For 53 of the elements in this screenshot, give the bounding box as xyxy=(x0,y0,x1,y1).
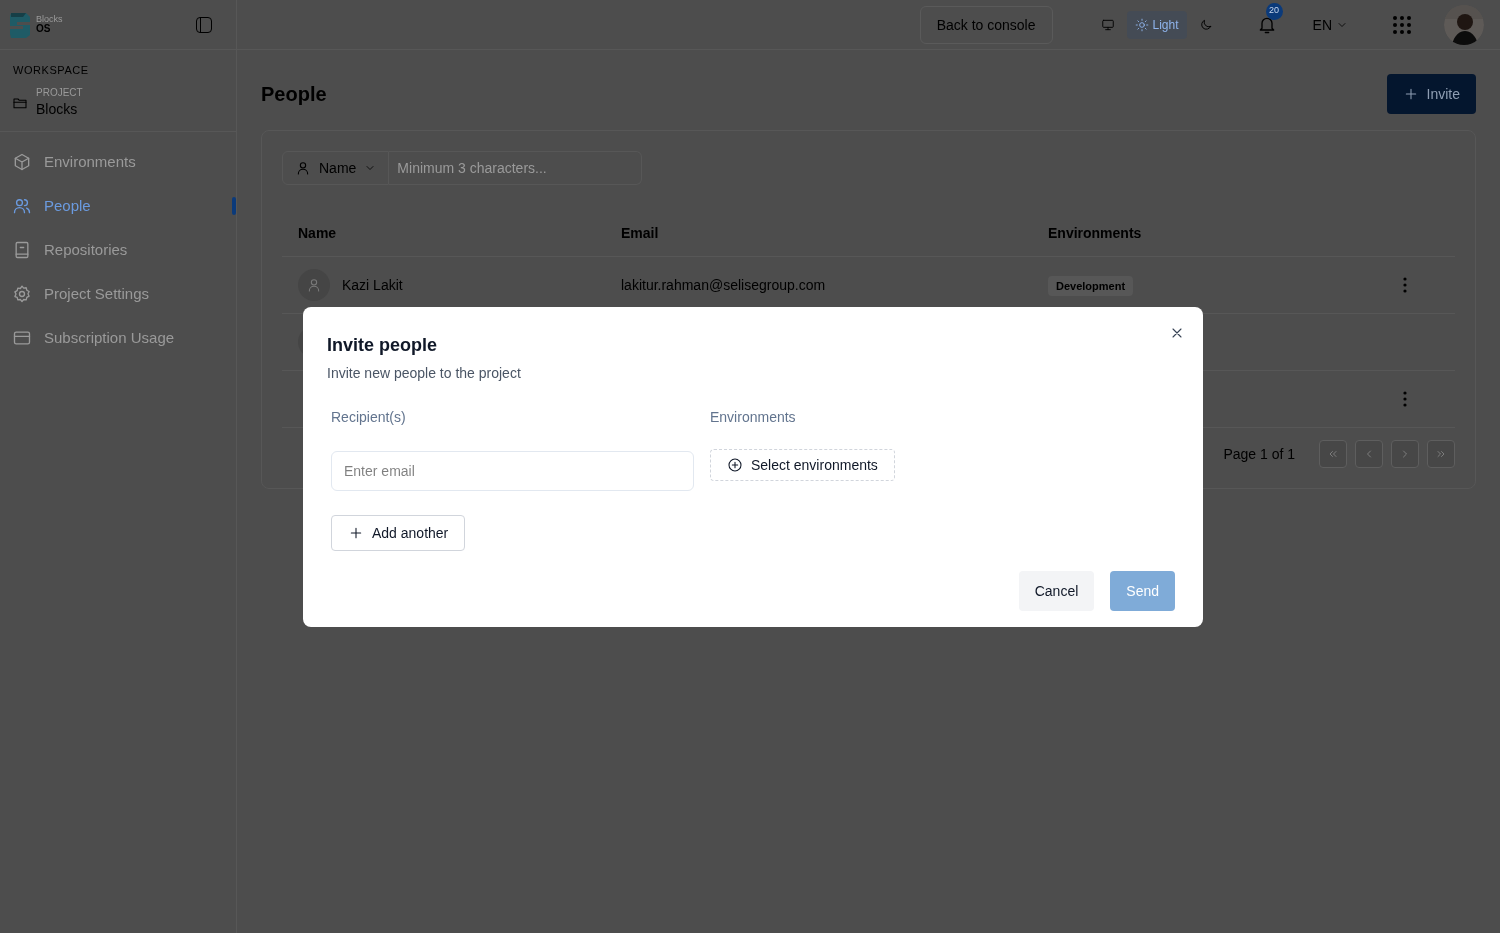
notification-badge: 20 xyxy=(1265,2,1283,20)
pagination-label: Page 1 of 1 xyxy=(1223,445,1295,464)
table-cell: lakitur.rahman@selisegroup.com xyxy=(621,277,826,293)
person-icon xyxy=(295,160,311,176)
sun-icon xyxy=(1134,17,1149,32)
brand-name: Blocks xyxy=(36,15,63,24)
pagination-button[interactable] xyxy=(1427,440,1455,468)
page-title: People xyxy=(261,82,327,107)
more-options-icon[interactable] xyxy=(1403,277,1407,293)
back-to-console-button[interactable]: Back to console xyxy=(919,5,1053,44)
column-header: Email xyxy=(621,223,660,243)
field-label: Recipient(s) xyxy=(331,408,407,427)
add-another-button[interactable]: Add another xyxy=(331,515,466,551)
brand-subtitle: OS xyxy=(36,24,52,34)
cancel-button[interactable]: Cancel xyxy=(1018,571,1095,611)
sidebar-toggle-icon[interactable] xyxy=(196,16,212,33)
field-label: Environments xyxy=(710,408,797,427)
people-icon xyxy=(12,196,32,216)
column-header: Name xyxy=(298,223,338,243)
sidebar-item[interactable]: Project Settings xyxy=(0,272,236,316)
box-icon xyxy=(12,152,32,172)
last-page-icon xyxy=(1435,448,1447,460)
sidebar-item[interactable]: Repositories xyxy=(0,228,236,272)
logo-icon xyxy=(8,10,32,39)
theme-option[interactable]: Light xyxy=(1126,10,1187,39)
dialog-title: Invite people xyxy=(327,334,439,357)
language-selector[interactable]: EN xyxy=(1312,14,1348,35)
column-header: Environments xyxy=(1048,223,1143,243)
search-field[interactable]: Minimum 3 characters... xyxy=(389,151,642,185)
pagination-button[interactable] xyxy=(1319,440,1347,468)
dialog-subtitle: Invite new people to the project xyxy=(327,364,522,383)
project-name: Blocks xyxy=(36,100,79,119)
pagination-button[interactable] xyxy=(1391,440,1419,468)
project-label: PROJECT xyxy=(36,86,83,99)
select-environments-button[interactable]: Select environments xyxy=(710,449,895,481)
pagination-button[interactable] xyxy=(1355,440,1383,468)
more-options-icon[interactable] xyxy=(1403,391,1407,407)
first-page-icon xyxy=(1327,448,1339,460)
email-input-field[interactable]: Enter email xyxy=(331,451,694,491)
settings-icon xyxy=(12,284,32,304)
table-cell-text: Kazi Lakit xyxy=(342,276,403,295)
monitor-icon xyxy=(1100,17,1115,32)
sidebar-item[interactable]: Subscription Usage xyxy=(0,316,236,360)
plus-icon xyxy=(348,525,364,541)
section-label: WORKSPACE xyxy=(12,63,90,78)
sidebar-item[interactable]: People xyxy=(0,184,236,228)
invite-button[interactable]: Invite xyxy=(1386,74,1476,114)
plus-circle-icon xyxy=(727,457,743,473)
moon-icon xyxy=(1198,17,1213,32)
environment-tag: Development xyxy=(1048,276,1134,296)
filter-field-selector[interactable]: Name xyxy=(282,151,390,185)
sidebar-item[interactable]: Environments xyxy=(0,140,236,184)
apps-grid-icon[interactable] xyxy=(1392,14,1412,35)
